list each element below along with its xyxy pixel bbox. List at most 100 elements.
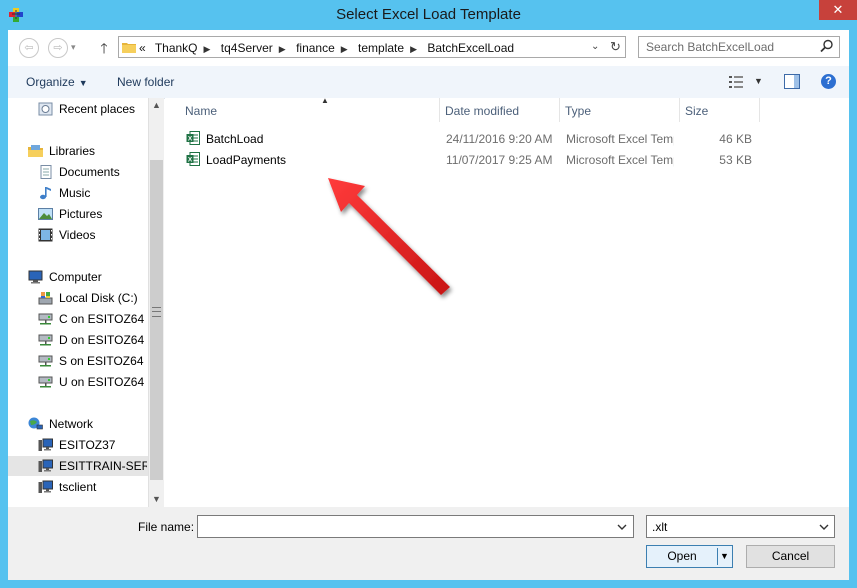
sidebar-item-label: Music bbox=[59, 186, 91, 200]
dialog-client: ⇦ ⇨ ▾ 🡑 « ThankQ ▶ tq4Server ▶ finance ▶ te… bbox=[8, 30, 849, 580]
breadcrumb-separator-icon[interactable]: ▶ bbox=[204, 44, 211, 54]
change-view-icon[interactable] bbox=[728, 75, 744, 89]
open-button[interactable]: Open ▼ bbox=[646, 545, 733, 568]
address-row: ⇦ ⇨ ▾ 🡑 « ThankQ ▶ tq4Server ▶ finance ▶ te… bbox=[8, 30, 849, 66]
breadcrumb-thankq[interactable]: ThankQ bbox=[155, 41, 198, 55]
sidebar-item-label: Videos bbox=[59, 228, 96, 242]
sidebar-item-esitoz37[interactable]: ESITOZ37 bbox=[8, 435, 148, 455]
sidebar-item-label: Network bbox=[49, 417, 94, 431]
search-box[interactable] bbox=[638, 36, 840, 58]
file-name-input[interactable] bbox=[198, 516, 616, 537]
sidebar-item-s-on-esitoz64[interactable]: S on ESITOZ64 bbox=[8, 351, 148, 371]
sidebar-item-label: ESITOZ37 bbox=[59, 438, 116, 452]
sidebar-item-label: ESITTRAIN-SERV3 bbox=[59, 459, 147, 473]
forward-button[interactable]: ⇨ bbox=[48, 38, 68, 58]
annotation-arrow-icon bbox=[328, 178, 450, 295]
search-icon[interactable] bbox=[820, 39, 834, 53]
sidebar-item-label: S on ESITOZ64 bbox=[59, 354, 144, 368]
chevron-down-icon[interactable]: ▼ bbox=[720, 546, 729, 567]
window-title: Select Excel Load Template bbox=[336, 6, 521, 23]
cancel-button[interactable]: Cancel bbox=[746, 545, 835, 568]
view-options-chevron-icon[interactable]: ▼ bbox=[754, 76, 763, 86]
breadcrumb-batchexcelload[interactable]: BatchExcelLoad bbox=[427, 41, 514, 55]
sidebar-item-network[interactable]: Network bbox=[8, 414, 148, 434]
preview-pane-icon[interactable] bbox=[784, 74, 800, 89]
sidebar-item-u-on-esitoz64[interactable]: U on ESITOZ64 bbox=[8, 372, 148, 392]
file-type-select[interactable]: .xlt bbox=[646, 515, 835, 538]
sidebar-item-label: Local Disk (C:) bbox=[59, 291, 138, 305]
breadcrumb: « ThankQ ▶ tq4Server ▶ finance ▶ template ▶ … bbox=[139, 41, 520, 55]
file-list[interactable]: Name ▲ Date modified Type Size X BatchLoa… bbox=[165, 96, 849, 507]
network-drive-icon bbox=[38, 376, 53, 388]
help-icon[interactable]: ? bbox=[821, 74, 836, 89]
dialog-window: Select Excel Load Template ✕ ⇦ ⇨ ▾ 🡑 « T… bbox=[0, 0, 857, 588]
network-computer-icon bbox=[38, 459, 53, 472]
open-label: Open bbox=[667, 549, 697, 563]
command-toolbar: Organize ▼ New folder ▼ ? bbox=[8, 66, 849, 99]
navigation-pane: Recent places Libraries Documents Music … bbox=[8, 98, 164, 507]
file-name-combobox[interactable] bbox=[197, 515, 634, 538]
network-computer-icon bbox=[38, 480, 53, 493]
navigation-scrollbar[interactable]: ▲ ▼ bbox=[148, 98, 164, 507]
computer-icon bbox=[28, 270, 43, 284]
breadcrumb-tq4server[interactable]: tq4Server bbox=[221, 41, 273, 55]
address-dropdown-icon[interactable]: ⌄ bbox=[591, 41, 599, 52]
local-disk-icon bbox=[38, 292, 53, 305]
sidebar-item-recent-places[interactable]: Recent places bbox=[8, 99, 148, 119]
sidebar-item-local-disk[interactable]: Local Disk (C:) bbox=[8, 288, 148, 308]
sidebar-item-music[interactable]: Music bbox=[8, 183, 148, 203]
music-icon bbox=[40, 187, 51, 200]
sidebar-item-label: Pictures bbox=[59, 207, 103, 221]
sidebar-item-label: Libraries bbox=[49, 144, 96, 158]
breadcrumb-template[interactable]: template bbox=[358, 41, 404, 55]
network-computer-icon bbox=[38, 438, 53, 451]
new-folder-button[interactable]: New folder bbox=[117, 75, 174, 89]
chevron-down-icon[interactable] bbox=[817, 520, 831, 534]
sidebar-item-tsclient[interactable]: tsclient bbox=[8, 477, 148, 497]
file-type-value: .xlt bbox=[652, 520, 668, 534]
breadcrumb-separator-icon[interactable]: ▶ bbox=[279, 44, 286, 54]
sidebar-item-label: Documents bbox=[59, 165, 120, 179]
sidebar-item-computer[interactable]: Computer bbox=[8, 267, 148, 287]
network-drive-icon bbox=[38, 313, 53, 325]
sidebar-item-label: C on ESITOZ64 bbox=[59, 312, 145, 326]
recent-locations-icon[interactable]: ▾ bbox=[71, 42, 76, 53]
network-drive-icon bbox=[38, 334, 53, 346]
sidebar-item-label: D on ESITOZ64 bbox=[59, 333, 145, 347]
organize-label: Organize bbox=[26, 75, 75, 89]
address-bar[interactable]: « ThankQ ▶ tq4Server ▶ finance ▶ template ▶ … bbox=[118, 36, 626, 58]
sidebar-item-label: Computer bbox=[49, 270, 102, 284]
sidebar-item-videos[interactable]: Videos bbox=[8, 225, 148, 245]
recent-places-icon bbox=[38, 102, 53, 116]
sidebar-item-documents[interactable]: Documents bbox=[8, 162, 148, 182]
sidebar-item-libraries[interactable]: Libraries bbox=[8, 141, 148, 161]
sidebar-item-esittrain-serv3[interactable]: ESITTRAIN-SERV3 bbox=[8, 456, 148, 476]
chevron-down-icon: ▼ bbox=[78, 78, 88, 88]
sidebar-item-label: tsclient bbox=[59, 480, 97, 494]
breadcrumb-separator-icon[interactable]: ▶ bbox=[410, 44, 417, 54]
scroll-up-icon[interactable]: ▲ bbox=[152, 100, 161, 110]
breadcrumb-overflow[interactable]: « bbox=[139, 41, 146, 55]
back-button[interactable]: ⇦ bbox=[19, 38, 39, 58]
refresh-icon[interactable]: ↻ bbox=[610, 39, 621, 55]
close-button[interactable]: ✕ bbox=[819, 0, 857, 20]
folder-icon bbox=[122, 43, 136, 53]
sidebar-item-pictures[interactable]: Pictures bbox=[8, 204, 148, 224]
chevron-down-icon[interactable] bbox=[615, 520, 629, 534]
organize-button[interactable]: Organize ▼ bbox=[26, 75, 88, 89]
sidebar-item-label: U on ESITOZ64 bbox=[59, 375, 145, 389]
scrollbar-thumb[interactable] bbox=[150, 160, 163, 480]
videos-icon bbox=[38, 228, 53, 242]
sidebar-item-c-on-esitoz64[interactable]: C on ESITOZ64 bbox=[8, 309, 148, 329]
libraries-icon bbox=[28, 145, 43, 157]
breadcrumb-separator-icon[interactable]: ▶ bbox=[341, 44, 348, 54]
sidebar-item-d-on-esitoz64[interactable]: D on ESITOZ64 bbox=[8, 330, 148, 350]
scroll-down-icon[interactable]: ▼ bbox=[152, 494, 161, 504]
file-name-label: File name: bbox=[138, 520, 195, 534]
title-bar[interactable]: Select Excel Load Template ✕ bbox=[0, 0, 857, 30]
breadcrumb-finance[interactable]: finance bbox=[296, 41, 335, 55]
up-folder-button[interactable]: 🡑 bbox=[96, 38, 112, 58]
search-input[interactable] bbox=[639, 37, 822, 57]
sidebar-item-label: Recent places bbox=[59, 102, 136, 116]
documents-icon bbox=[40, 165, 52, 179]
